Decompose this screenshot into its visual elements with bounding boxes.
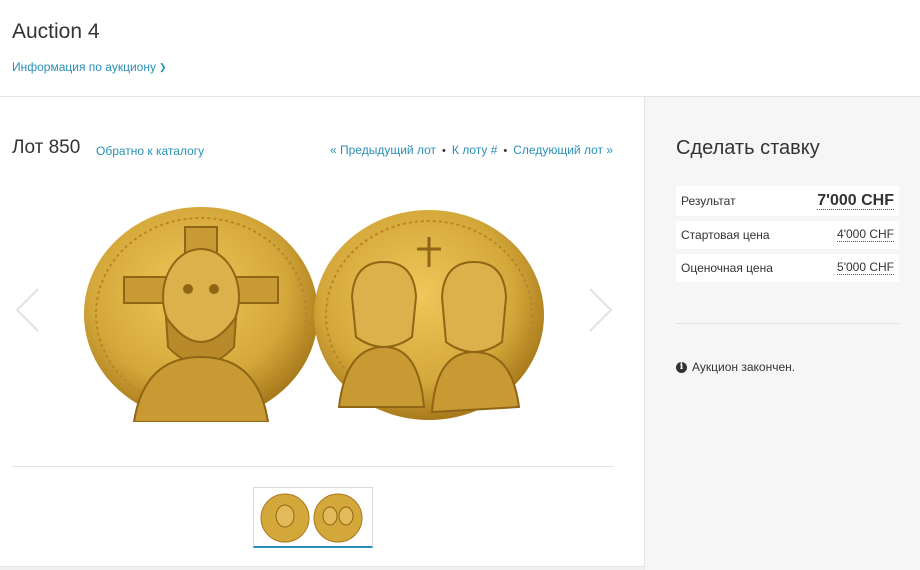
sidebar-divider bbox=[676, 323, 899, 324]
start-price-label: Стартовая цена bbox=[681, 228, 770, 242]
bid-sidebar: Сделать ставку Результат 7'000 CHF Старт… bbox=[644, 97, 920, 570]
start-price-row: Стартовая цена 4'000 CHF bbox=[676, 221, 899, 249]
result-value[interactable]: 7'000 CHF bbox=[817, 192, 894, 210]
auction-info-label[interactable]: Информация по аукциону bbox=[12, 60, 156, 74]
bid-title: Сделать ставку bbox=[676, 137, 820, 159]
start-price-value[interactable]: 4'000 CHF bbox=[837, 228, 894, 242]
auction-info-dropdown[interactable]: Информация по аукциону ❯ bbox=[12, 60, 167, 74]
chevron-right-icon[interactable] bbox=[588, 287, 614, 333]
result-row: Результат 7'000 CHF bbox=[676, 186, 899, 216]
chevron-down-icon[interactable]: ❯ bbox=[159, 62, 167, 73]
lot-thumbnail[interactable] bbox=[253, 487, 373, 548]
auction-status: i Аукцион закончен. bbox=[676, 360, 795, 374]
gallery-divider bbox=[12, 466, 614, 467]
auction-status-text: Аукцион закончен. bbox=[692, 360, 796, 374]
info-icon: i bbox=[676, 361, 687, 373]
estimate-label: Оценочная цена bbox=[681, 261, 773, 275]
auction-header: Auction 4 Информация по аукциону ❯ bbox=[0, 0, 920, 97]
nav-separator: • bbox=[442, 145, 446, 157]
estimate-row: Оценочная цена 5'000 CHF bbox=[676, 254, 899, 282]
chevron-left-icon[interactable] bbox=[14, 287, 40, 333]
bottom-separator bbox=[0, 566, 644, 570]
price-table: Результат 7'000 CHF Стартовая цена 4'000… bbox=[676, 186, 899, 287]
auction-title: Auction 4 bbox=[12, 20, 100, 43]
result-label: Результат bbox=[681, 194, 736, 208]
previous-lot-link[interactable]: « Предыдущий лот bbox=[330, 143, 436, 157]
lot-navigation: « Предыдущий лот • К лоту # • Следующий лот … bbox=[330, 143, 613, 157]
lot-number: Лот 850 bbox=[12, 137, 81, 158]
next-lot-link[interactable]: Следующий лот » bbox=[513, 143, 613, 157]
lot-coin-image bbox=[84, 207, 544, 422]
back-to-catalog-link[interactable]: Обратно к каталогу bbox=[96, 144, 204, 158]
nav-separator: • bbox=[503, 145, 508, 157]
thumbnail-coin-image[interactable] bbox=[254, 488, 372, 546]
goto-lot-link[interactable]: К лоту # bbox=[452, 143, 498, 157]
lot-main-panel: Лот 850 Обратно к каталогу « Предыдущий … bbox=[0, 97, 644, 570]
estimate-value[interactable]: 5'000 CHF bbox=[837, 261, 894, 275]
